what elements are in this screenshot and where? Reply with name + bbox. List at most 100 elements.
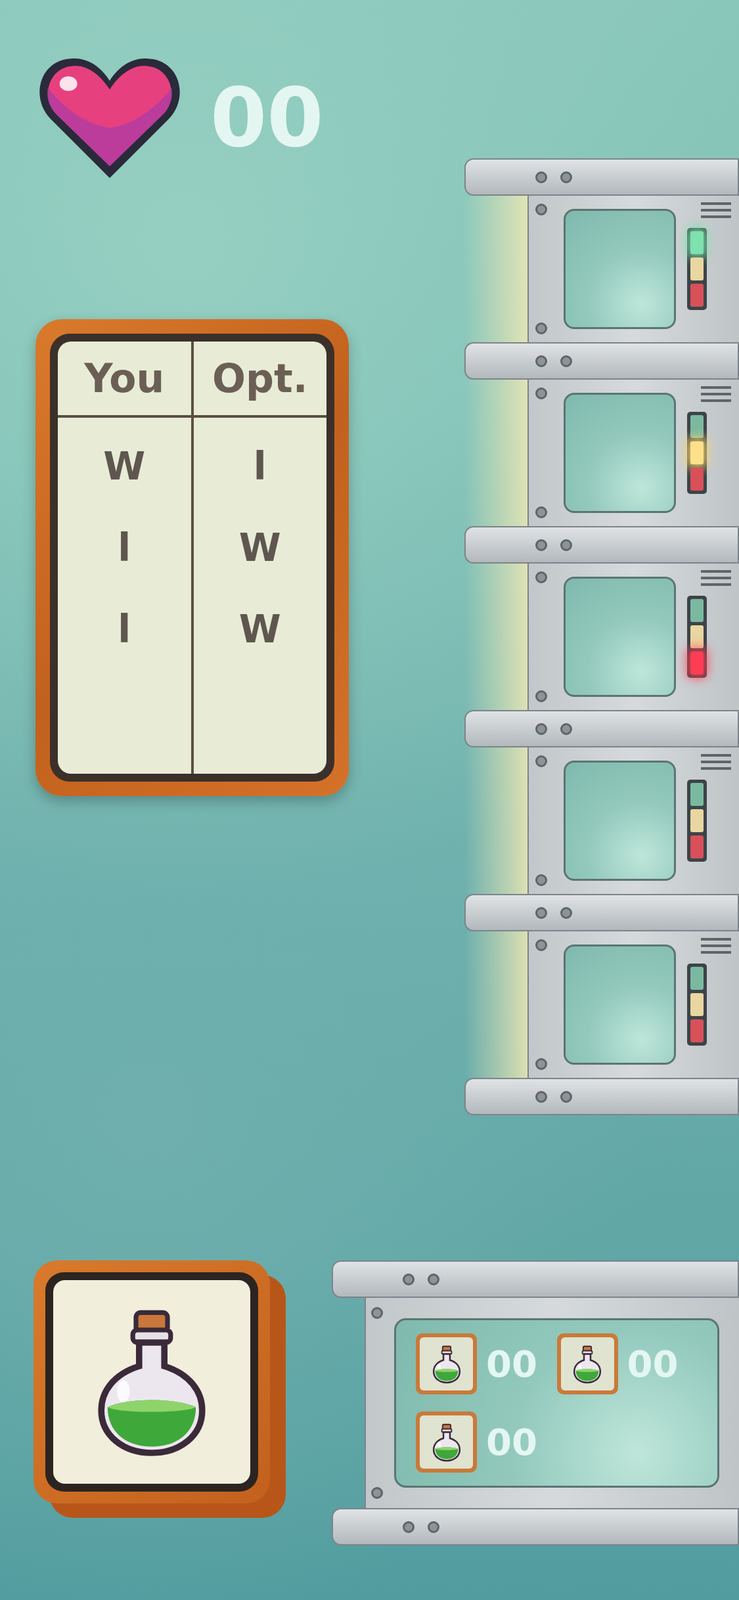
yellow-light <box>690 809 704 833</box>
inventory-slot[interactable]: 00 <box>415 1411 558 1473</box>
machine-body <box>527 747 739 895</box>
screw <box>535 171 548 184</box>
score-cell: W <box>57 425 192 508</box>
inventory-slot[interactable]: 00 <box>415 1333 558 1395</box>
vent-icon <box>700 754 732 770</box>
score-cell: l <box>57 588 192 671</box>
lives-count: 00 <box>210 76 324 159</box>
machine-screen <box>563 392 676 514</box>
machine-shelf <box>464 894 739 932</box>
green-light <box>690 783 704 807</box>
screw <box>560 907 573 919</box>
machine-screen <box>563 760 676 881</box>
heart-icon <box>35 51 184 184</box>
inventory-shelf <box>331 1508 739 1546</box>
screw <box>402 1521 415 1534</box>
screw <box>560 171 573 184</box>
score-header: You <box>57 341 192 418</box>
screw <box>535 322 548 335</box>
machine-screen <box>563 208 676 330</box>
vent-icon <box>700 386 732 403</box>
machine <box>464 342 739 527</box>
screw <box>535 539 548 552</box>
light-beam <box>464 195 528 343</box>
machine-shelf <box>464 158 739 196</box>
score-cell: W <box>193 588 328 671</box>
light-beam <box>464 379 528 527</box>
inventory-count: 00 <box>627 1345 679 1383</box>
screw <box>560 723 573 736</box>
yellow-light <box>690 441 704 465</box>
red-light <box>690 651 704 675</box>
vent-icon <box>700 202 732 219</box>
inventory-count: 00 <box>486 1424 538 1461</box>
screw <box>560 539 573 552</box>
inventory-shelf <box>331 1260 739 1299</box>
inventory-screen: 00 00 00 <box>394 1318 720 1488</box>
lives: 00 <box>35 51 349 184</box>
green-light <box>690 231 704 255</box>
score-column: Opt.lWW <box>193 341 328 774</box>
machine <box>464 158 739 343</box>
red-light <box>690 283 704 307</box>
yellow-light <box>690 625 704 649</box>
screw <box>535 907 548 919</box>
machine-rack <box>464 0 739 1183</box>
machine-screen <box>563 944 676 1065</box>
red-light <box>690 467 704 491</box>
machine-body <box>527 563 739 711</box>
screw <box>535 506 548 519</box>
yellow-light <box>690 257 704 281</box>
screw <box>535 723 548 736</box>
screw <box>535 1091 548 1103</box>
red-light <box>690 1019 704 1043</box>
screw <box>535 1058 548 1071</box>
screw <box>371 1487 383 1500</box>
machine <box>464 710 739 895</box>
status-lights <box>687 779 707 862</box>
screw <box>371 1307 383 1320</box>
potion-icon <box>72 1303 231 1461</box>
status-lights <box>687 963 707 1046</box>
light-beam <box>464 563 528 711</box>
vent-icon <box>700 938 732 954</box>
screw <box>535 755 548 768</box>
machine-body <box>527 379 739 527</box>
screw <box>560 355 573 368</box>
green-light <box>690 966 704 990</box>
screw <box>427 1273 440 1286</box>
inventory-slot[interactable]: 00 <box>557 1333 699 1395</box>
machine <box>464 894 739 1078</box>
screw <box>535 203 548 216</box>
score-header: Opt. <box>193 341 328 418</box>
vent-icon <box>700 570 732 586</box>
machine <box>464 526 739 711</box>
score-cell: l <box>193 425 328 508</box>
screw <box>535 874 548 887</box>
score-cell: W <box>193 507 328 589</box>
screw <box>535 690 548 703</box>
potion-icon <box>426 1422 468 1463</box>
light-beam <box>464 931 528 1078</box>
screw <box>535 571 548 584</box>
green-light <box>690 599 704 623</box>
inventory-panel: 00 00 00 <box>331 1260 739 1546</box>
machine-screen <box>563 576 676 697</box>
screw <box>535 355 548 368</box>
machine-shelf <box>464 342 739 380</box>
green-light <box>690 415 704 439</box>
screw <box>535 939 548 952</box>
machine-shelf <box>464 710 739 748</box>
scoreboard: YouWllOpt.lWW <box>35 319 349 797</box>
red-light <box>690 835 704 859</box>
machine-shelf <box>464 526 739 564</box>
potion-icon <box>566 1343 608 1385</box>
screw <box>560 1091 573 1103</box>
selected-item-card[interactable] <box>33 1260 286 1519</box>
score-column: YouWll <box>57 341 194 774</box>
potion-icon <box>426 1343 468 1385</box>
inventory-count: 00 <box>486 1345 538 1383</box>
machine-shelf <box>464 1077 739 1116</box>
status-lights <box>687 227 707 311</box>
status-lights <box>687 595 707 678</box>
